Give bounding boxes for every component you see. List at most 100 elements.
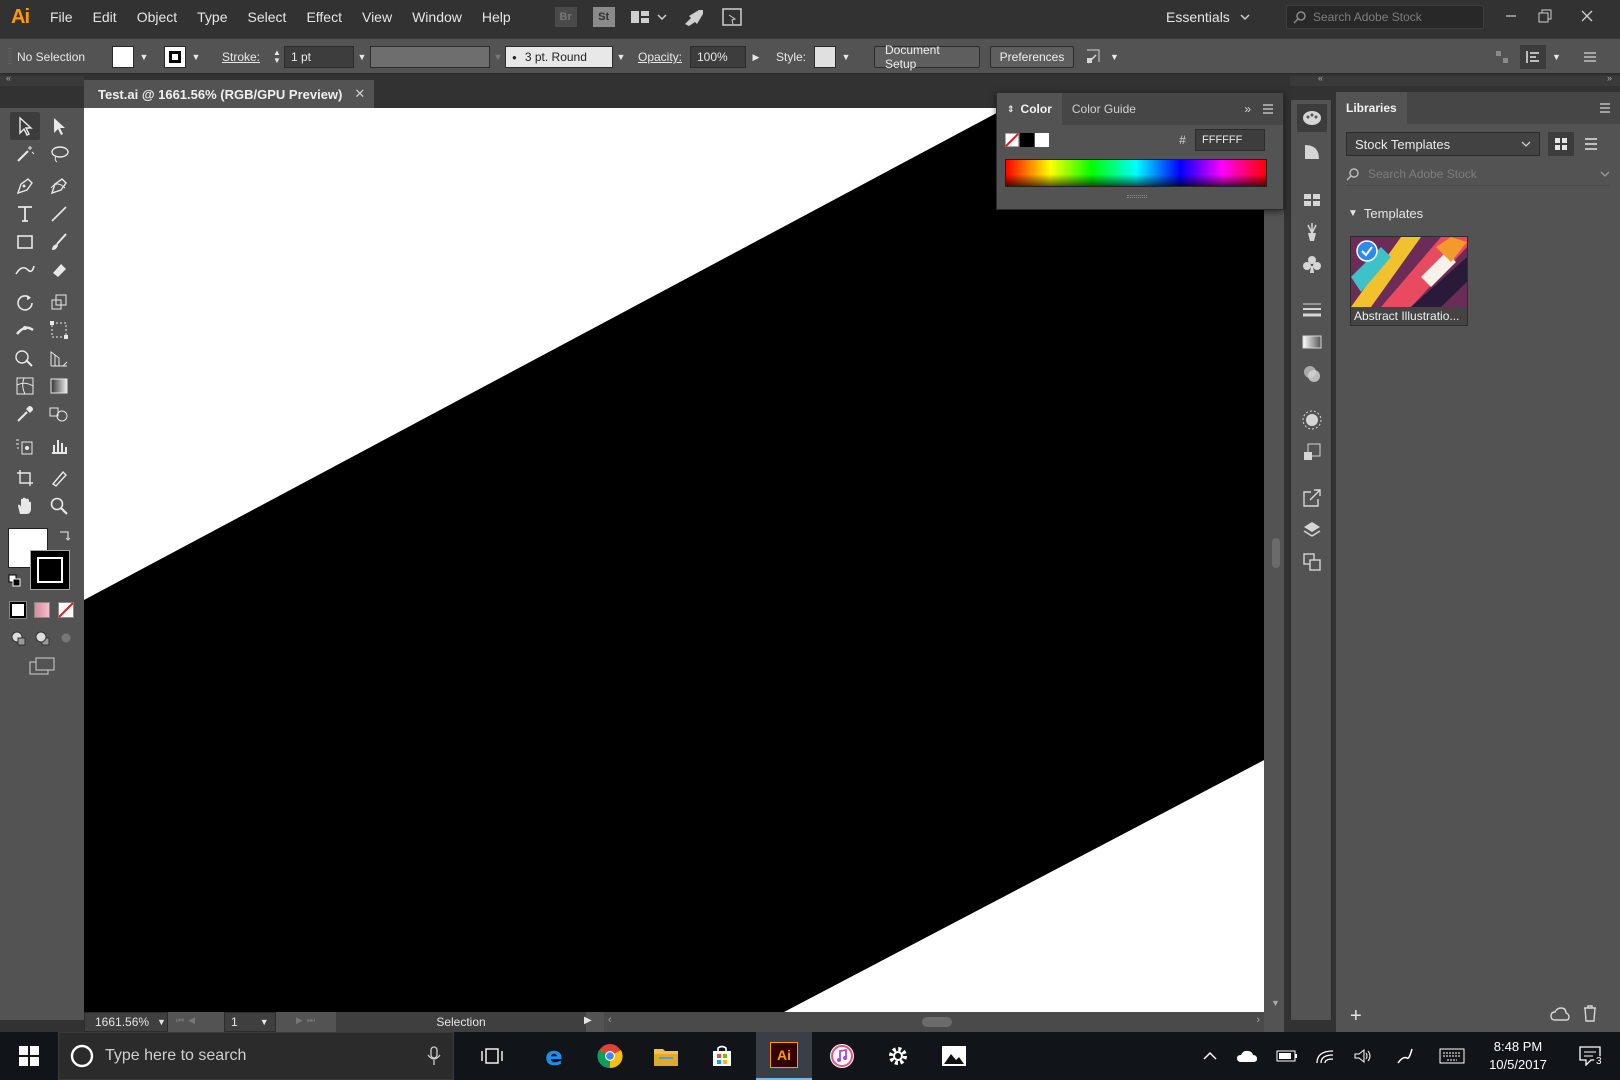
color-guide-button[interactable] bbox=[1297, 138, 1327, 166]
menu-help[interactable]: Help bbox=[472, 9, 521, 25]
shaper-tool[interactable] bbox=[10, 256, 40, 284]
hex-input[interactable]: FFFFFF bbox=[1195, 129, 1265, 151]
file-explorer-button[interactable] bbox=[642, 1032, 690, 1080]
minimize-button[interactable] bbox=[1494, 4, 1528, 28]
blend-tool[interactable] bbox=[44, 400, 74, 428]
brush-definition-control[interactable]: ● 3 pt. Round ▼ bbox=[505, 45, 629, 69]
tab-color[interactable]: ⇕ Color bbox=[997, 93, 1062, 125]
appearance-button[interactable] bbox=[1297, 406, 1327, 434]
stroke-weight-control[interactable]: ▲ ▼ 1 pt ▼ bbox=[270, 45, 370, 69]
library-search-field[interactable]: Search Adobe Stock bbox=[1346, 162, 1610, 186]
shape-builder-tool[interactable] bbox=[10, 344, 40, 372]
onedrive-icon[interactable] bbox=[1232, 1032, 1262, 1080]
horizontal-scrollbar[interactable]: ‹ › bbox=[604, 1012, 1264, 1032]
taskbar-search-box[interactable]: Type here to search bbox=[58, 1032, 454, 1080]
hand-tool[interactable] bbox=[10, 492, 40, 520]
wifi-icon[interactable] bbox=[1310, 1032, 1340, 1080]
panel-menu-icon[interactable] bbox=[1598, 102, 1612, 114]
panels-collapse-bar[interactable]: « » bbox=[1290, 73, 1620, 86]
fill-swatch[interactable] bbox=[112, 46, 134, 68]
swatches-button[interactable] bbox=[1297, 186, 1327, 214]
next-last-artboard-icons[interactable]: ▶⏭ bbox=[296, 1015, 319, 1026]
stroke-panel-button[interactable] bbox=[1297, 296, 1327, 324]
photos-button[interactable] bbox=[930, 1032, 978, 1080]
zoom-level-field[interactable]: 1661.56% ▼ bbox=[84, 1012, 168, 1032]
column-graph-tool[interactable] bbox=[44, 432, 74, 460]
menu-icon[interactable] bbox=[1582, 45, 1598, 69]
white-swatch[interactable] bbox=[1035, 133, 1049, 147]
chevron-down-icon[interactable]: ▼ bbox=[490, 46, 506, 68]
first-prev-artboard-icons[interactable]: ⏮◀ bbox=[176, 1015, 199, 1026]
artboard-tool[interactable] bbox=[10, 464, 40, 492]
restore-button[interactable] bbox=[1528, 4, 1562, 28]
brushes-button[interactable] bbox=[1297, 218, 1327, 246]
arrange-documents-button[interactable] bbox=[627, 5, 671, 29]
pen-ink-icon[interactable] bbox=[1390, 1032, 1420, 1080]
list-view-button[interactable] bbox=[1578, 132, 1604, 156]
menu-type[interactable]: Type bbox=[187, 9, 237, 25]
action-center-button[interactable]: 3 bbox=[1568, 1032, 1612, 1080]
chevron-down-icon[interactable]: ▼ bbox=[838, 46, 854, 68]
draw-inside-button[interactable] bbox=[58, 630, 76, 646]
trash-icon[interactable] bbox=[1582, 1004, 1598, 1022]
arrange-icon[interactable] bbox=[1494, 45, 1510, 69]
menu-window[interactable]: Window bbox=[402, 9, 472, 25]
opacity-control[interactable]: 100% ▶ bbox=[690, 45, 766, 69]
mesh-tool[interactable] bbox=[10, 372, 40, 400]
draw-normal-button[interactable] bbox=[10, 630, 28, 646]
chevron-right-icon[interactable]: ▶ bbox=[746, 46, 766, 68]
close-tab-icon[interactable]: ✕ bbox=[354, 86, 365, 102]
gradient-mode-button[interactable] bbox=[34, 602, 50, 618]
transparency-button[interactable] bbox=[1297, 360, 1327, 388]
stepper-icon[interactable]: ▲ ▼ bbox=[270, 46, 284, 68]
stroke-color-box[interactable] bbox=[30, 550, 70, 590]
paintbrush-tool[interactable] bbox=[44, 228, 74, 256]
type-tool[interactable] bbox=[10, 200, 40, 228]
gradient-tool[interactable] bbox=[44, 372, 74, 400]
gradient-panel-button[interactable] bbox=[1297, 328, 1327, 356]
vertical-scrollbar[interactable]: ▼ bbox=[1268, 108, 1284, 1012]
default-fill-stroke-icon[interactable] bbox=[8, 574, 22, 588]
store-button[interactable] bbox=[698, 1032, 746, 1080]
panel-menu-icon[interactable] bbox=[1261, 103, 1275, 115]
menu-edit[interactable]: Edit bbox=[83, 9, 127, 25]
stock-search-field[interactable]: Search Adobe Stock bbox=[1286, 5, 1484, 29]
chevron-down-icon[interactable]: ▼ bbox=[613, 46, 629, 68]
variable-width-profile[interactable]: ▼ bbox=[370, 45, 506, 69]
stock-button[interactable]: St bbox=[589, 5, 619, 29]
canvas[interactable] bbox=[84, 108, 1268, 1012]
pen-tool[interactable] bbox=[10, 172, 40, 200]
start-button[interactable] bbox=[0, 1032, 58, 1080]
clock[interactable]: 8:48 PM 10/5/2017 bbox=[1480, 1032, 1556, 1080]
black-swatch[interactable] bbox=[1020, 133, 1034, 147]
graphic-styles-button[interactable] bbox=[1297, 438, 1327, 466]
scroll-down-icon[interactable]: ▼ bbox=[1271, 998, 1280, 1008]
document-tab[interactable]: Test.ai @ 1661.56% (RGB/GPU Preview) ✕ bbox=[84, 80, 374, 108]
tab-color-guide[interactable]: Color Guide bbox=[1062, 93, 1146, 125]
zoom-tool[interactable] bbox=[44, 492, 74, 520]
stroke-label[interactable]: Stroke: bbox=[222, 45, 260, 69]
draw-behind-button[interactable] bbox=[34, 630, 52, 646]
battery-icon[interactable] bbox=[1272, 1032, 1302, 1080]
chevron-down-icon[interactable]: ▼ bbox=[354, 46, 370, 68]
none-swatch[interactable] bbox=[1005, 133, 1019, 147]
chevron-down-icon[interactable]: ▼ bbox=[188, 46, 204, 68]
swap-fill-stroke-icon[interactable] bbox=[58, 528, 72, 542]
bridge-button[interactable]: Br bbox=[551, 5, 581, 29]
resize-grip-icon[interactable] bbox=[1127, 195, 1147, 198]
lasso-tool[interactable] bbox=[44, 140, 74, 168]
status-mode-field[interactable]: Selection bbox=[336, 1012, 586, 1032]
horizontal-scroll-thumb[interactable] bbox=[922, 1017, 952, 1027]
rotate-tool[interactable] bbox=[10, 288, 40, 316]
menu-file[interactable]: File bbox=[40, 9, 83, 25]
library-item[interactable]: Abstract Illustratio... bbox=[1350, 236, 1468, 326]
eyedropper-tool[interactable] bbox=[10, 400, 40, 428]
curvature-tool[interactable] bbox=[44, 172, 74, 200]
scale-tool[interactable] bbox=[44, 288, 74, 316]
direct-selection-tool[interactable] bbox=[44, 112, 74, 140]
artboard-navigator-button[interactable] bbox=[717, 5, 747, 29]
line-segment-tool[interactable] bbox=[44, 200, 74, 228]
tools-collapse-bar[interactable]: « bbox=[0, 73, 84, 86]
perspective-grid-tool[interactable] bbox=[44, 344, 74, 372]
add-content-icon[interactable]: + bbox=[1350, 1006, 1362, 1026]
